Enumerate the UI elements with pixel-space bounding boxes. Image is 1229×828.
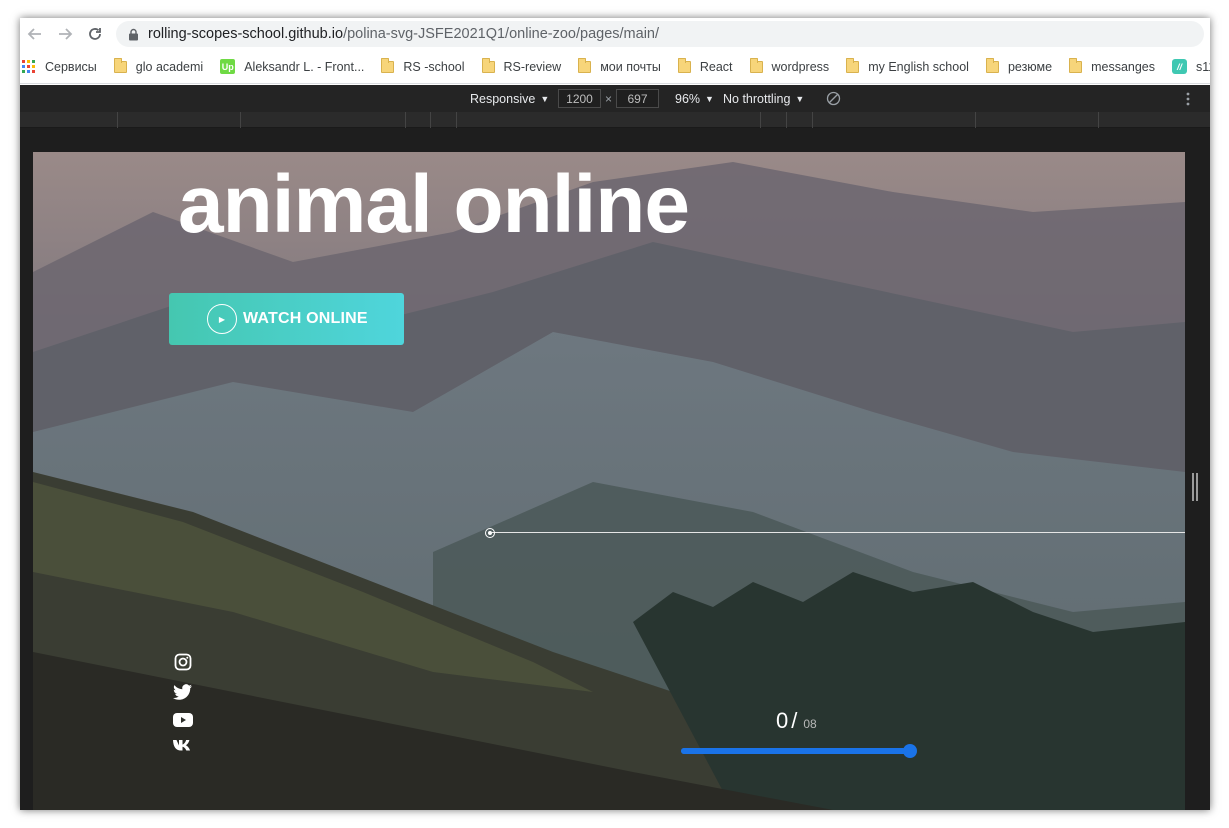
folder-icon [481, 57, 495, 73]
media-query-ruler [20, 112, 1210, 128]
bookmark-glo-academi[interactable]: glo academi [113, 57, 204, 74]
bookmark-rs-review[interactable]: RS-review [481, 57, 562, 74]
throttling-select[interactable]: No throttling ▼ [723, 85, 804, 112]
device-select[interactable]: Responsive ▼ [470, 85, 549, 112]
slide-counter: 0 / 08 [776, 708, 817, 734]
folder-icon [1069, 57, 1083, 73]
bookmark-label: my English school [868, 59, 969, 74]
bookmark-english-school[interactable]: my English school [846, 57, 969, 74]
progress-knob[interactable] [903, 744, 917, 758]
browser-window: rolling-scopes-school.github.io/polina-s… [20, 18, 1210, 810]
instagram-icon[interactable] [173, 652, 193, 672]
url-path: /polina-svg-JSFE2021Q1/online-zoo/pages/… [343, 26, 660, 42]
zoom-select[interactable]: 96% ▼ [675, 85, 714, 112]
bookmarks-bar: Сервисы glo academi Up Aleksandr L. - Fr… [20, 50, 1210, 84]
watch-online-label: WATCH ONLINE [243, 310, 368, 327]
vk-icon[interactable] [173, 735, 193, 755]
slide-progress-bar[interactable] [681, 744, 917, 758]
viewport-resize-handle[interactable] [1192, 473, 1198, 501]
url-bar[interactable]: rolling-scopes-school.github.io/polina-s… [116, 21, 1204, 47]
apps-grid-icon [22, 59, 36, 74]
caret-down-icon: ▼ [795, 93, 805, 104]
url-host: rolling-scopes-school.github.io [148, 26, 344, 42]
bookmark-aleksandr[interactable]: Up Aleksandr L. - Front... [220, 59, 364, 74]
forward-arrow-icon[interactable] [50, 19, 80, 49]
width-input-wrap: 1200 [558, 85, 601, 112]
bookmark-label: React [699, 59, 733, 74]
folder-icon [381, 57, 395, 73]
bookmark-label: резюме [1007, 59, 1053, 74]
slide-current: 0 [776, 708, 789, 733]
device-toolbar: Responsive ▼ 1200 × 697 96% ▼ No throttlin… [20, 85, 1210, 112]
address-bar-row: rolling-scopes-school.github.io/polina-s… [20, 18, 1210, 50]
height-input-wrap: 697 [616, 85, 659, 112]
folder-icon [578, 57, 592, 73]
bookmark-label: Aleksandr L. - Front... [244, 59, 365, 74]
youtube-icon[interactable] [173, 710, 193, 730]
bookmark-label: s11.link- [1196, 59, 1210, 74]
folder-icon [113, 57, 127, 73]
width-input[interactable]: 1200 [558, 89, 601, 108]
lock-icon [126, 27, 140, 41]
bookmark-services[interactable]: Сервисы [22, 59, 97, 74]
caret-down-icon: ▼ [705, 93, 714, 104]
s11-icon: // [1172, 59, 1188, 74]
bookmark-label: wordpress [771, 59, 830, 74]
folder-icon [749, 57, 763, 73]
bookmark-messanges[interactable]: messanges [1069, 57, 1156, 74]
height-input[interactable]: 697 [616, 89, 659, 108]
progress-fill [681, 748, 911, 754]
bookmark-wordpress[interactable]: wordpress [749, 57, 830, 74]
device-label: Responsive [470, 91, 536, 106]
bookmark-mail[interactable]: мои почты [578, 57, 661, 74]
slide-separator: / [791, 708, 798, 733]
slider-track-line [492, 532, 1185, 533]
bookmark-label: RS -school [403, 59, 465, 74]
bookmark-resume[interactable]: резюме [985, 57, 1053, 74]
folder-icon [985, 57, 999, 73]
slider-marker[interactable] [485, 528, 495, 538]
caret-down-icon: ▼ [540, 93, 550, 104]
rotate-icon[interactable] [826, 85, 841, 112]
emulated-page: animal online ▶ WATCH ONLINE 0 / 08 [33, 152, 1185, 810]
twitter-icon[interactable] [173, 682, 193, 702]
hero-title: animal online [178, 159, 690, 250]
bookmark-label: messanges [1091, 59, 1156, 74]
folder-icon [846, 57, 860, 73]
zoom-label: 96% [675, 91, 701, 106]
watch-online-button[interactable]: ▶ WATCH ONLINE [169, 293, 404, 345]
bookmark-rs-school[interactable]: RS -school [381, 57, 465, 74]
slide-total: 08 [803, 717, 817, 731]
bookmark-react[interactable]: React [677, 57, 733, 74]
throttling-label: No throttling [723, 91, 791, 106]
back-arrow-icon[interactable] [20, 19, 50, 49]
bookmark-s11[interactable]: // s11.link- [1172, 59, 1210, 74]
reload-icon[interactable] [80, 19, 110, 49]
more-options-icon[interactable] [1186, 85, 1190, 112]
upwork-icon: Up [220, 59, 236, 74]
times-sign: × [605, 91, 613, 106]
bookmark-label: RS-review [503, 59, 562, 74]
folder-icon [677, 57, 691, 73]
bookmark-label: Сервисы [45, 59, 97, 74]
bookmark-label: glo academi [135, 59, 204, 74]
play-icon: ▶ [207, 304, 237, 334]
bookmark-label: мои почты [600, 59, 661, 74]
